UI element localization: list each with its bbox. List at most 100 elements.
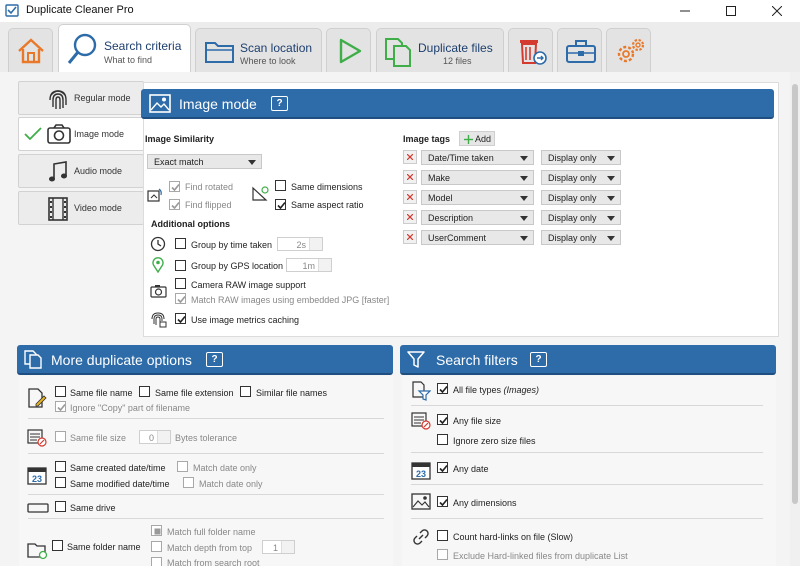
- match-depth-spinner[interactable]: 1: [262, 540, 295, 554]
- camera-raw-checkbox[interactable]: [175, 278, 186, 289]
- tag-name-value: Description: [428, 213, 474, 223]
- close-button[interactable]: [754, 0, 800, 22]
- ignore-zero-size-checkbox[interactable]: [437, 434, 448, 445]
- tag-name-dropdown[interactable]: UserComment: [421, 230, 534, 245]
- minimize-button[interactable]: [662, 0, 708, 22]
- search-filters-header: Search filters ?: [400, 345, 776, 375]
- match-depth-checkbox[interactable]: [151, 541, 162, 552]
- group-by-gps-spinner[interactable]: 1m: [286, 258, 332, 272]
- all-file-types-checkbox[interactable]: [437, 383, 448, 394]
- remove-tag-button[interactable]: [403, 170, 417, 184]
- divider: [28, 518, 384, 519]
- tag-display-dropdown[interactable]: Display only: [541, 230, 621, 245]
- any-date-checkbox[interactable]: [437, 462, 448, 473]
- tag-display-dropdown[interactable]: Display only: [541, 210, 621, 225]
- same-drive-checkbox[interactable]: [55, 501, 66, 512]
- scrollbar-thumb[interactable]: [792, 84, 798, 504]
- match-depth-label: Match depth from top: [167, 543, 253, 553]
- plus-icon: [464, 135, 473, 144]
- image-mode-help-button[interactable]: ?: [271, 96, 288, 111]
- same-file-extension-checkbox[interactable]: [139, 386, 150, 397]
- same-file-size-checkbox[interactable]: [55, 431, 66, 442]
- metrics-caching-checkbox[interactable]: [175, 313, 186, 324]
- spinner-arrows-icon[interactable]: [318, 259, 331, 271]
- tag-display-dropdown[interactable]: Display only: [541, 150, 621, 165]
- tag-name-dropdown[interactable]: Description: [421, 210, 534, 225]
- tag-name-dropdown[interactable]: Make: [421, 170, 534, 185]
- metrics-caching-label: Use image metrics caching: [191, 315, 300, 325]
- spinner-arrows-icon[interactable]: [157, 431, 170, 443]
- ignore-copy-checkbox[interactable]: [55, 401, 66, 412]
- same-aspect-ratio-checkbox[interactable]: [275, 199, 286, 210]
- tag-name-dropdown[interactable]: Model: [421, 190, 534, 205]
- tab-selection-assistant[interactable]: [508, 28, 553, 72]
- same-modified-label: Same modified date/time: [70, 479, 170, 489]
- image-icon: [149, 94, 171, 113]
- same-file-size-label: Same file size: [70, 433, 127, 443]
- gears-icon: [617, 38, 645, 63]
- mode-image-button[interactable]: Image mode: [18, 117, 144, 151]
- any-file-size-checkbox[interactable]: [437, 414, 448, 425]
- help-icon: ?: [276, 98, 283, 109]
- match-date-only-modified-checkbox[interactable]: [183, 477, 194, 488]
- image-mode-title: Image mode: [179, 96, 257, 112]
- exclude-hardlinked-checkbox[interactable]: [437, 549, 448, 560]
- any-dimensions-checkbox[interactable]: [437, 496, 448, 507]
- tab-scan-location[interactable]: Scan location Where to look: [195, 28, 322, 72]
- tag-display-dropdown[interactable]: Display only: [541, 190, 621, 205]
- count-hardlinks-checkbox[interactable]: [437, 530, 448, 541]
- group-by-time-spinner[interactable]: 2s: [277, 237, 323, 251]
- match-full-folder-radio[interactable]: [151, 525, 162, 536]
- divider: [28, 494, 384, 495]
- tab-search-criteria[interactable]: Search criteria What to find: [58, 24, 191, 73]
- mode-video-button[interactable]: Video mode: [18, 191, 144, 225]
- add-tag-button[interactable]: Add: [459, 131, 495, 146]
- chevron-down-icon: [607, 216, 615, 221]
- remove-tag-button[interactable]: [403, 210, 417, 224]
- mode-regular-button[interactable]: Regular mode: [18, 81, 144, 115]
- similar-file-names-checkbox[interactable]: [240, 386, 251, 397]
- svg-text:23: 23: [416, 469, 426, 479]
- match-date-only-created-checkbox[interactable]: [177, 461, 188, 472]
- search-filters-help-button[interactable]: ?: [530, 352, 547, 367]
- same-modified-checkbox[interactable]: [55, 477, 66, 488]
- tag-display-value: Display only: [548, 153, 597, 163]
- tab-options[interactable]: [606, 28, 651, 72]
- same-folder-name-checkbox[interactable]: [52, 540, 63, 551]
- tag-name-dropdown[interactable]: Date/Time taken: [421, 150, 534, 165]
- match-from-root-checkbox[interactable]: [151, 557, 162, 566]
- tab-scan-location-subtitle: Where to look: [240, 56, 296, 66]
- tag-display-dropdown[interactable]: Display only: [541, 170, 621, 185]
- same-file-name-checkbox[interactable]: [55, 386, 66, 397]
- tab-home[interactable]: [8, 28, 53, 72]
- find-flipped-checkbox[interactable]: [169, 199, 180, 210]
- fingerprint-cache-icon: [151, 312, 167, 328]
- home-icon: [18, 38, 44, 64]
- group-by-time-checkbox[interactable]: [175, 238, 186, 249]
- match-raw-checkbox[interactable]: [175, 293, 186, 304]
- more-options-help-button[interactable]: ?: [206, 352, 223, 367]
- same-created-checkbox[interactable]: [55, 461, 66, 472]
- tab-run-scan[interactable]: [326, 28, 371, 72]
- calendar-icon: 23: [27, 467, 47, 485]
- file-size-icon: [27, 429, 47, 447]
- tab-toolbox[interactable]: [557, 28, 602, 72]
- any-dimensions-label: Any dimensions: [453, 498, 517, 508]
- bytes-tolerance-spinner[interactable]: 0: [139, 430, 171, 444]
- same-dimensions-checkbox[interactable]: [275, 180, 286, 191]
- vertical-scrollbar[interactable]: [790, 72, 800, 566]
- remove-tag-button[interactable]: [403, 150, 417, 164]
- remove-tag-button[interactable]: [403, 190, 417, 204]
- divider: [28, 418, 384, 419]
- group-by-gps-checkbox[interactable]: [175, 260, 186, 271]
- image-similarity-dropdown[interactable]: Exact match: [147, 154, 262, 169]
- maximize-button[interactable]: [708, 0, 754, 22]
- mode-audio-button[interactable]: Audio mode: [18, 154, 144, 188]
- dimensions-icon: [252, 186, 269, 201]
- remove-tag-button[interactable]: [403, 230, 417, 244]
- spinner-arrows-icon[interactable]: [281, 541, 294, 553]
- same-drive-label: Same drive: [70, 503, 116, 513]
- spinner-arrows-icon[interactable]: [309, 238, 322, 250]
- find-rotated-checkbox[interactable]: [169, 181, 180, 192]
- tab-duplicate-files[interactable]: Duplicate files 12 files: [376, 28, 504, 72]
